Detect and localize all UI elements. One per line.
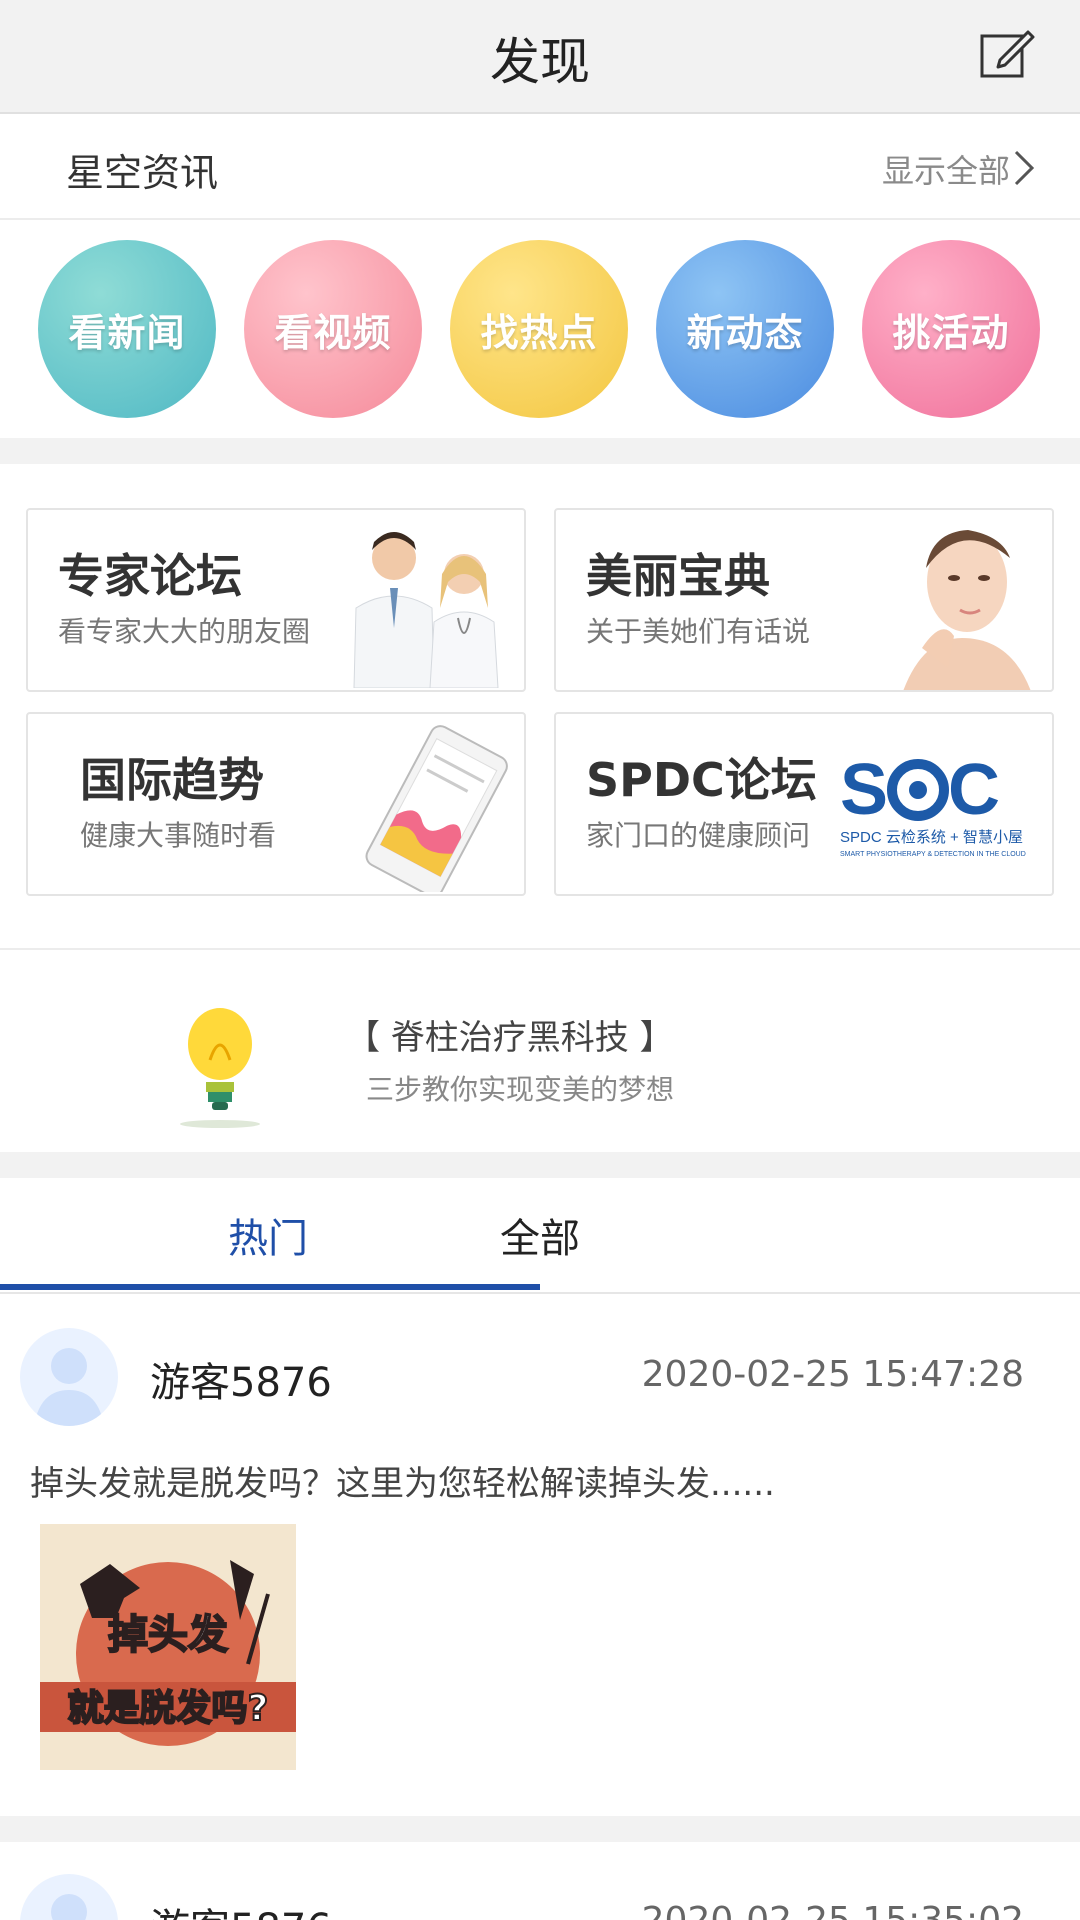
card-subtitle: 关于美她们有话说 <box>586 615 811 648</box>
spdc-logo-small: SMART PHYSIOTHERAPY & DETECTION IN THE C… <box>840 851 1026 858</box>
tab-all[interactable]: 全部 <box>270 1206 810 1264</box>
edit-icon[interactable] <box>978 24 1038 84</box>
feature-cards: 专家论坛 看专家大大的朋友圈 美丽宝典 关于美她们有话说 国际趋势 健康大事随时… <box>0 464 1080 948</box>
chevron-right-icon[interactable] <box>1012 148 1036 188</box>
card-subtitle: 家门口的健康顾问 <box>586 819 811 852</box>
post-image-text-1: 掉头发 <box>108 1612 228 1658</box>
show-all-link[interactable]: 显示全部 <box>882 146 1010 192</box>
card-subtitle: 看专家大大的朋友圈 <box>58 615 311 648</box>
doctors-image <box>353 532 499 688</box>
shortcut-updates[interactable]: 新动态 <box>656 240 834 418</box>
svg-text:S: S <box>840 750 888 830</box>
phone-chart-image <box>365 725 508 892</box>
spdc-logo-caption: SPDC 云检系统 + 智慧小屋 <box>840 828 1023 846</box>
shortcut-news[interactable]: 看新闻 <box>38 240 216 418</box>
promo-subtitle: 三步教你实现变美的梦想 <box>366 1073 675 1106</box>
post-username[interactable]: 游客5876 <box>150 1350 332 1408</box>
user-icon <box>34 1348 104 1426</box>
post-card[interactable]: 游客5876 2020-02-25 15:47:28 掉头发就是脱发吗？这里为您… <box>0 1296 1080 1816</box>
news-section-header[interactable]: 星空资讯 显示全部 <box>0 116 1080 220</box>
avatar[interactable] <box>20 1328 118 1426</box>
card-expert-forum[interactable]: 专家论坛 看专家大大的朋友圈 <box>26 508 526 692</box>
section-divider <box>0 1816 1080 1842</box>
shortcut-activities[interactable]: 挑活动 <box>862 240 1040 418</box>
promo-title: 【 脊柱治疗黑科技 】 <box>346 1018 674 1058</box>
spdc-logo: S C SPDC 云检系统 + 智慧小屋 SMART PHYSIOTHERAPY… <box>840 750 1026 858</box>
shortcut-circles: 看新闻 看视频 找热点 新动态 挑活动 <box>0 222 1080 438</box>
post-timestamp: 2020-02-25 15:47:28 <box>641 1354 1024 1395</box>
post-image[interactable]: 掉头发 就是脱发吗? <box>40 1524 296 1770</box>
card-title: 专家论坛 <box>58 549 242 603</box>
card-beauty-guide[interactable]: 美丽宝典 关于美她们有话说 <box>554 508 1054 692</box>
shortcut-hot[interactable]: 找热点 <box>450 240 628 418</box>
post-text[interactable]: 掉头发就是脱发吗？这里为您轻松解读掉头发...... <box>30 1456 775 1505</box>
post-username[interactable]: 游客5876 <box>150 1896 332 1920</box>
card-title: SPDC论坛 <box>586 753 817 807</box>
card-subtitle: 健康大事随时看 <box>80 819 277 852</box>
card-global-trends[interactable]: 国际趋势 健康大事随时看 <box>26 712 526 896</box>
woman-portrait-image <box>903 530 1031 690</box>
section-divider <box>0 438 1080 464</box>
promo-banner[interactable]: 【 脊柱治疗黑科技 】 三步教你实现变美的梦想 <box>0 948 1080 1152</box>
lightbulb-icon <box>180 1008 260 1128</box>
card-title: 美丽宝典 <box>586 549 770 603</box>
post-card[interactable]: 游客5876 2020-02-25 15:35:02 <box>0 1842 1080 1920</box>
card-spdc-forum[interactable]: SPDC论坛 家门口的健康顾问 S C SPDC 云检系统 + 智慧小屋 SMA… <box>554 712 1054 896</box>
section-divider <box>0 1152 1080 1178</box>
user-icon <box>51 1894 87 1920</box>
shortcut-video[interactable]: 看视频 <box>244 240 422 418</box>
post-image-text-2: 就是脱发吗? <box>68 1688 269 1729</box>
post-timestamp: 2020-02-25 15:35:02 <box>642 1900 1024 1920</box>
top-bar: 发现 <box>0 0 1080 114</box>
news-section-title: 星空资讯 <box>66 151 219 195</box>
card-title: 国际趋势 <box>80 753 264 807</box>
page-title: 发现 <box>490 33 590 91</box>
svg-text:C: C <box>948 750 1000 830</box>
active-tab-indicator <box>0 1284 540 1290</box>
avatar[interactable] <box>20 1874 118 1920</box>
feed-tabs: 热门 全部 <box>0 1178 1080 1294</box>
